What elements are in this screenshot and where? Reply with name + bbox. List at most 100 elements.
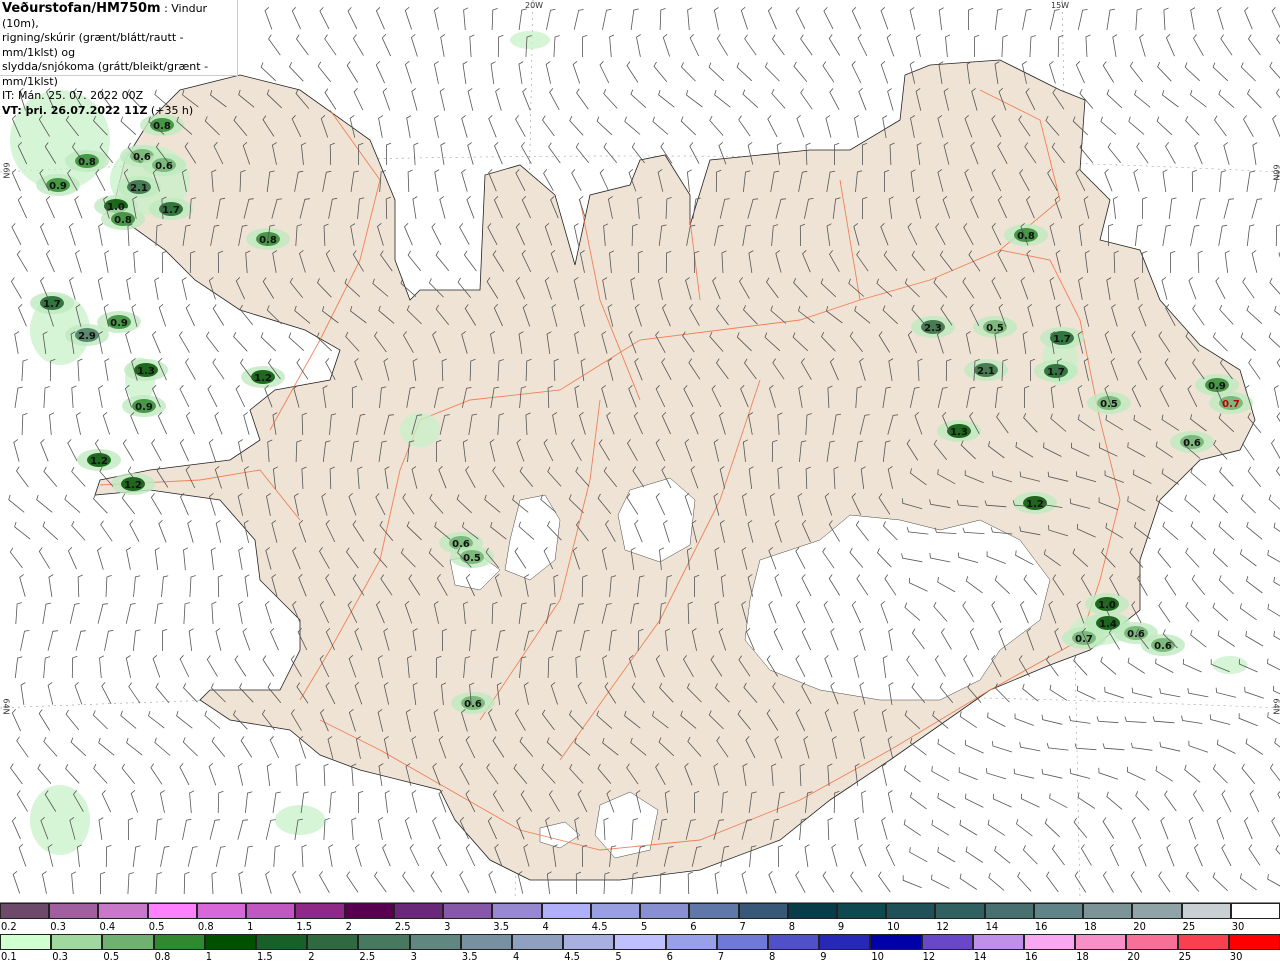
wind-barb <box>1218 740 1236 754</box>
wind-barb <box>1213 63 1228 81</box>
wind-barb <box>354 88 363 110</box>
wind-barb <box>98 278 102 300</box>
wind-barb <box>1250 790 1259 812</box>
wind-barb <box>105 630 114 651</box>
wind-barb <box>1160 688 1181 697</box>
legend-label: 3.5 <box>462 950 478 963</box>
legend-swatch <box>98 903 147 919</box>
wind-barb <box>959 767 978 780</box>
wind-barb <box>274 846 280 868</box>
wind-barb <box>289 333 304 351</box>
wind-barb <box>1045 819 1060 837</box>
wind-barb <box>347 872 358 893</box>
wind-barb <box>549 143 561 163</box>
wind-barb <box>1131 743 1152 751</box>
lat-label-64n-right: 64N <box>1272 698 1280 714</box>
wind-barb <box>1142 197 1147 219</box>
wind-barb <box>69 223 75 245</box>
wind-barb <box>495 142 503 164</box>
wind-barb <box>347 62 358 83</box>
wind-barb <box>19 304 27 326</box>
legend-label: 8 <box>789 920 795 933</box>
wind-barb <box>134 251 139 273</box>
legend-label: 1.5 <box>296 920 312 933</box>
wind-barb <box>15 522 31 539</box>
wind-barb <box>188 847 198 867</box>
wind-barb <box>408 251 421 271</box>
legend-label: 0.5 <box>149 920 165 933</box>
precip-value-label: 0.9 <box>1208 381 1226 392</box>
wind-barb <box>218 575 223 597</box>
wind-barb <box>126 656 130 678</box>
wind-barb <box>244 412 249 434</box>
wind-barb <box>1191 630 1207 647</box>
wind-barb <box>904 765 920 782</box>
wind-barb <box>403 872 415 892</box>
wind-barb <box>659 90 675 107</box>
wind-barb <box>414 143 419 165</box>
legend-label: 2 <box>346 920 352 933</box>
legend-swatch <box>739 903 788 919</box>
wind-barb <box>22 413 27 435</box>
legend-label: 9 <box>820 950 826 963</box>
wind-barb <box>434 8 438 30</box>
wind-barb <box>1243 278 1255 299</box>
wind-barb <box>128 873 134 895</box>
wind-barb <box>213 305 224 326</box>
wind-barb <box>1075 872 1086 893</box>
wind-barb <box>773 35 785 55</box>
legend-swatch <box>1178 934 1229 950</box>
wind-barb <box>1047 872 1059 892</box>
wind-barb <box>238 763 243 785</box>
wind-barb <box>158 412 166 434</box>
wind-barb <box>186 304 194 326</box>
wind-barb <box>1274 631 1280 646</box>
wind-barb <box>1137 143 1149 164</box>
wind-barb <box>1192 575 1205 595</box>
wind-barb <box>1070 769 1090 779</box>
wind-barb <box>1159 602 1170 623</box>
wind-barb <box>44 737 57 756</box>
wind-barb <box>582 35 587 57</box>
wind-barb <box>162 251 167 273</box>
wind-barb <box>261 63 276 81</box>
wind-barb <box>405 61 411 83</box>
legend-swatch <box>246 903 295 919</box>
wind-barb <box>715 90 731 107</box>
wind-barb <box>462 115 468 137</box>
wind-barb <box>183 737 197 756</box>
wind-barb <box>858 34 867 56</box>
wind-barb <box>1156 766 1173 782</box>
legend-label: 30 <box>1230 950 1243 963</box>
wind-barb <box>106 575 112 597</box>
wind-barb <box>1018 872 1031 891</box>
wind-barb <box>68 547 76 569</box>
wind-barb <box>688 872 693 894</box>
wind-barb <box>801 89 813 110</box>
wind-barb <box>330 792 337 813</box>
legend-swatch <box>935 903 984 919</box>
wind-barb <box>1103 872 1113 893</box>
wind-barb <box>1273 115 1280 137</box>
wind-barb <box>99 818 103 840</box>
wind-barb <box>577 89 589 109</box>
legend-label: 16 <box>1025 950 1038 963</box>
wind-barb <box>77 845 81 867</box>
precip-value-label: 0.6 <box>1127 629 1145 640</box>
wind-barb <box>496 88 502 110</box>
wind-barb <box>1213 549 1228 567</box>
legend-label: 12 <box>936 920 949 933</box>
wind-barb <box>1161 817 1168 839</box>
wind-barb <box>938 847 955 862</box>
legend-label: 16 <box>1035 920 1048 933</box>
wind-barb <box>1153 716 1174 722</box>
legend-swatch <box>51 934 102 950</box>
lat-label-66n-left: 66N <box>2 162 11 178</box>
wind-barb <box>151 494 161 515</box>
legend-label: 12 <box>923 950 936 963</box>
wind-barb <box>216 847 225 867</box>
wind-barb <box>625 117 640 135</box>
wind-barb <box>1136 9 1142 31</box>
wind-barb <box>1218 7 1224 29</box>
wind-barb <box>1186 602 1199 621</box>
